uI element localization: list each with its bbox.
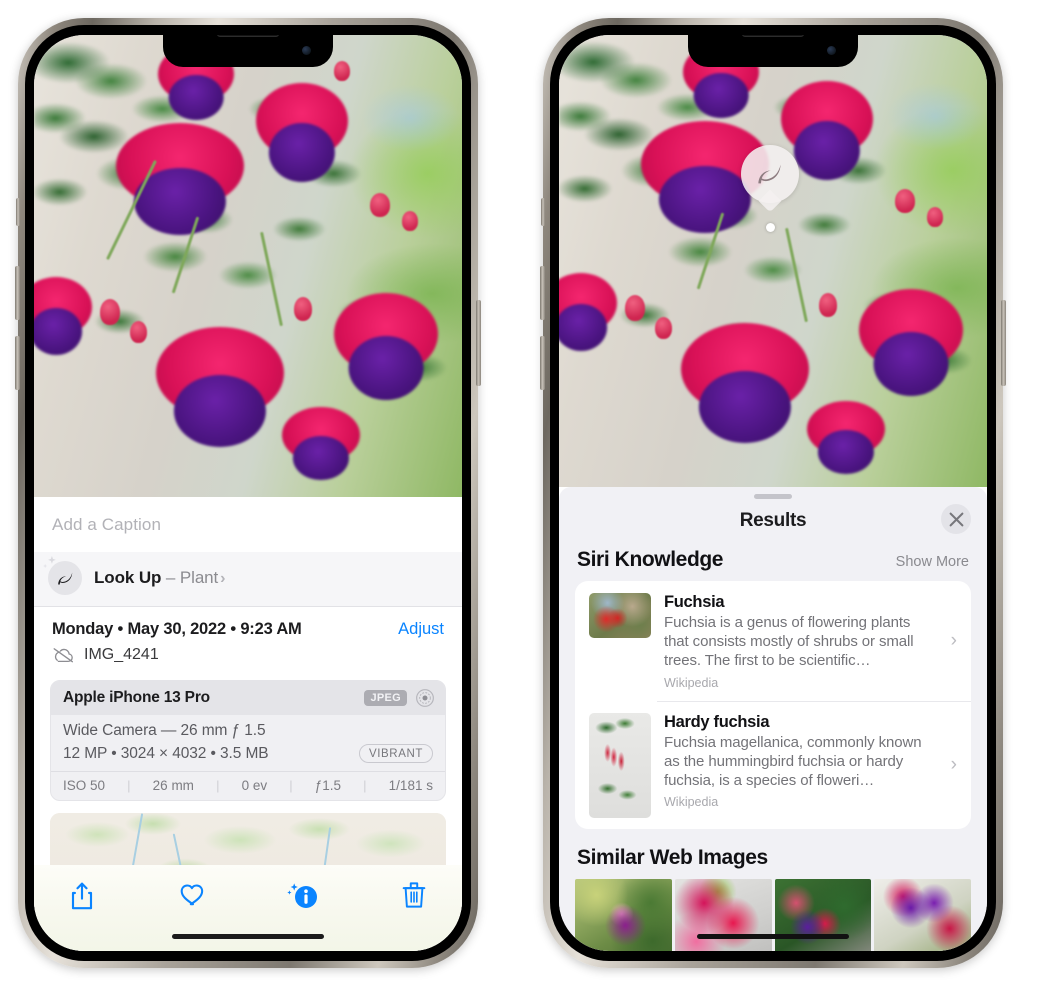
volume-up-button[interactable] [15,266,20,320]
web-image-2[interactable] [674,878,772,951]
photo-info-sheet: Add a Caption Look Up – Plant › Monday •… [34,497,462,951]
front-camera [302,46,311,55]
iphone-right: Results Siri Knowledge Show More Fuchsia… [540,18,1006,968]
earpiece-speaker [742,35,804,37]
earpiece-speaker [217,35,279,37]
exif-device-row: Apple iPhone 13 Pro JPEG [51,681,445,715]
siri-knowledge-header: Siri Knowledge Show More [559,548,987,581]
home-indicator[interactable] [697,934,849,939]
sparkles-icon [43,556,56,569]
knowledge-title: Hardy fuchsia [664,712,770,731]
similar-web-images-title: Similar Web Images [577,845,768,869]
look-up-label: Look Up – Plant › [94,568,225,588]
style-badge: VIBRANT [358,744,433,763]
phone-bezel-right: Results Siri Knowledge Show More Fuchsia… [550,25,996,961]
photo-blooms [34,35,462,497]
show-more-button[interactable]: Show More [896,554,969,570]
chevron-right-icon: › [950,630,957,652]
silent-switch[interactable] [16,198,20,226]
volume-down-button[interactable] [15,336,20,390]
share-button[interactable] [60,881,104,911]
adjust-button[interactable]: Adjust [398,620,444,639]
exif-focal: 26 mm [152,778,194,793]
similar-web-images-strip[interactable] [559,878,987,951]
siri-knowledge-title: Siri Knowledge [577,548,724,571]
specs-line: 12 MP • 3024 × 4032 • 3.5 MB [63,744,269,762]
home-indicator[interactable] [172,934,324,939]
visual-lookup-anchor-dot [766,223,775,232]
format-badge: JPEG [364,690,407,706]
camera-lens-icon [415,688,435,708]
photo-blooms [559,35,987,487]
divider: | [363,778,367,793]
web-image-4[interactable] [874,878,971,951]
similar-web-images-header: Similar Web Images [559,829,987,879]
leaf-icon [758,164,781,184]
exif-shutter: 1/181 s [388,778,433,793]
results-sheet: Results Siri Knowledge Show More Fuchsia… [559,487,987,951]
photo-filename: IMG_4241 [84,646,159,663]
results-title: Results [739,510,807,531]
power-button[interactable] [1001,300,1006,386]
volume-down-button[interactable] [540,336,545,390]
exif-card: Apple iPhone 13 Pro JPEG Wide Camera — 2… [50,680,446,801]
photo-viewer-right[interactable] [559,35,987,487]
power-button[interactable] [476,300,481,386]
exif-body: Wide Camera — 26 mm ƒ 1.5 12 MP • 3024 ×… [51,715,445,771]
photo-date: Monday • May 30, 2022 • 9:23 AM [52,620,302,638]
volume-up-button[interactable] [540,266,545,320]
screen-left: Add a Caption Look Up – Plant › Monday •… [34,35,462,951]
knowledge-source: Wikipedia [664,795,719,810]
knowledge-description: Fuchsia magellanica, commonly known as t… [664,733,922,789]
icloud-slash-icon [52,647,75,663]
notch-left [163,35,333,67]
knowledge-thumbnail [589,593,651,638]
knowledge-source: Wikipedia [664,675,719,690]
look-up-dash: – [161,568,180,587]
close-icon [949,512,963,526]
web-image-3[interactable] [774,878,872,951]
visual-lookup-badge[interactable] [741,145,799,203]
screen-right: Results Siri Knowledge Show More Fuchsia… [559,35,987,951]
chevron-right-icon: › [220,570,226,587]
divider: | [127,778,131,793]
knowledge-thumbnail [589,712,651,818]
exif-iso: ISO 50 [63,778,106,793]
look-up-row[interactable]: Look Up – Plant › [34,552,462,607]
siri-knowledge-card: Fuchsia Fuchsia is a genus of flowering … [575,581,971,829]
info-button[interactable] [281,881,325,911]
results-header: Results [559,499,987,548]
knowledge-row[interactable]: Fuchsia Fuchsia is a genus of flowering … [575,581,971,701]
look-up-title: Look Up [94,568,162,587]
look-up-subject: Plant [179,568,219,587]
caption-input[interactable]: Add a Caption [34,497,462,552]
device-name: Apple iPhone 13 Pro [63,689,210,706]
close-button[interactable] [941,504,971,534]
exif-aperture: ƒ1.5 [314,778,342,793]
silent-switch[interactable] [541,198,545,226]
chevron-right-icon: › [950,754,957,776]
delete-button[interactable] [392,881,436,909]
divider: | [289,778,293,793]
front-camera [827,46,836,55]
iphone-left: Add a Caption Look Up – Plant › Monday •… [15,18,481,968]
phone-bezel-left: Add a Caption Look Up – Plant › Monday •… [25,25,471,961]
photo-metadata: Monday • May 30, 2022 • 9:23 AM Adjust I… [34,607,462,670]
exif-ev: 0 ev [241,778,268,793]
notch-right [688,35,858,67]
exif-settings-row: ISO 50 | 26 mm | 0 ev | ƒ1.5 | 1/181 s [51,771,445,800]
lens-line: Wide Camera — 26 mm ƒ 1.5 [63,722,266,739]
knowledge-title: Fuchsia [664,593,725,611]
divider: | [216,778,220,793]
screenshot-root: Add a Caption Look Up – Plant › Monday •… [0,0,1055,985]
web-image-1[interactable] [575,878,672,951]
photo-viewer-left[interactable] [34,35,462,497]
favorite-button[interactable] [171,881,215,907]
knowledge-row[interactable]: Hardy fuchsia Fuchsia magellanica, commo… [575,700,971,829]
leaf-icon [43,556,82,595]
knowledge-description: Fuchsia is a genus of flowering plants t… [664,614,914,670]
